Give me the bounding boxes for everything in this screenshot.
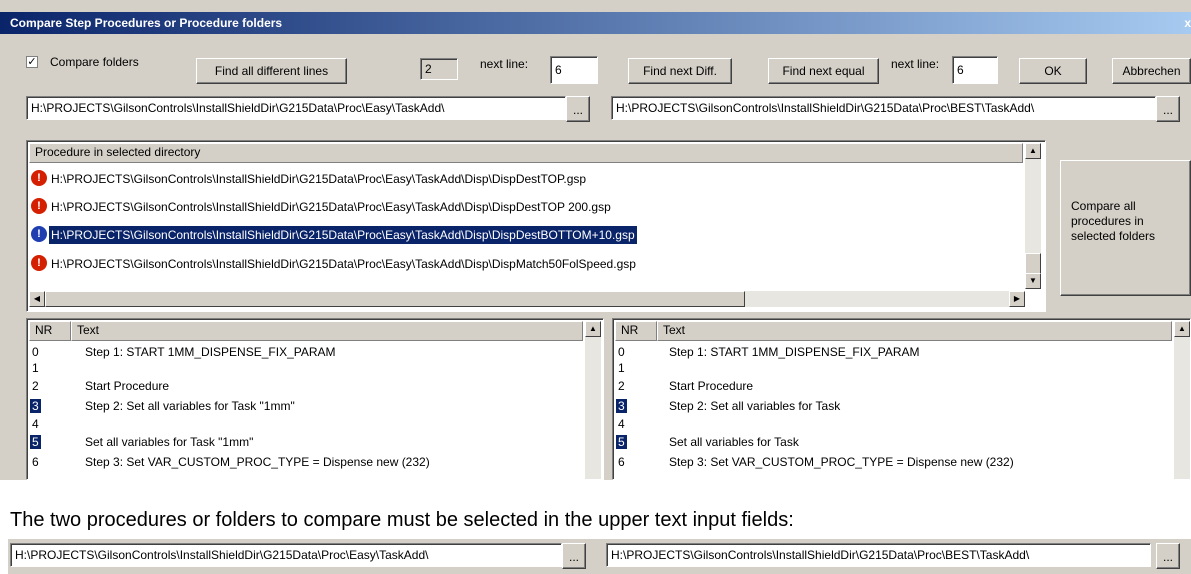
ok-button[interactable]: OK [1019,58,1087,84]
column-header-text[interactable]: Text [71,321,583,341]
scroll-up-icon[interactable]: ▲ [1025,143,1041,159]
window-title: Compare Step Procedures or Procedure fol… [10,16,283,30]
scroll-thumb[interactable] [1025,253,1041,275]
example-left-path-input[interactable]: H:\PROJECTS\GilsonControls\InstallShield… [10,543,562,567]
procedure-list-vscroll[interactable]: ▲ ▼ [1025,143,1041,289]
scroll-left-icon[interactable]: ◀ [29,291,45,307]
find-next-diff-button[interactable]: Find next Diff. [628,58,732,84]
list-item-label: H:\PROJECTS\GilsonControls\InstallShield… [51,257,636,271]
next-line-input-left[interactable]: 6 [550,56,598,84]
column-header-text[interactable]: Text [657,321,1172,341]
right-browse-button[interactable]: ... [1156,96,1180,122]
info-icon: ! [31,226,47,242]
compare-all-label: Compare all procedures in selected folde… [1071,199,1156,243]
compare-folders-checkbox[interactable]: ✓ [26,56,38,68]
scroll-up-icon[interactable]: ▲ [1174,321,1190,337]
column-header-nr[interactable]: NR [29,321,71,341]
list-item-label: H:\PROJECTS\GilsonControls\InstallShield… [48,225,638,245]
error-icon: ! [31,198,47,214]
list-item-label: H:\PROJECTS\GilsonControls\InstallShield… [51,172,587,186]
right-text-view[interactable]: NR Text ▲ 0 Step 1: START 1MM_DISPENSE_F… [612,318,1191,480]
left-text-view[interactable]: NR Text ▲ 0 Step 1: START 1MM_DISPENSE_F… [26,318,604,480]
caption-text: The two procedures or folders to compare… [10,509,794,531]
scroll-down-icon[interactable]: ▼ [1025,273,1041,289]
compare-folders-label: Compare folders [50,55,139,69]
scroll-right-icon[interactable]: ▶ [1009,291,1025,307]
compare-all-button[interactable]: Compare all procedures in selected folde… [1060,160,1191,296]
procedure-list-header[interactable]: Procedure in selected directory [29,143,1023,163]
find-all-different-lines-button[interactable]: Find all different lines [196,58,347,84]
next-line-label-left: next line: [480,57,529,71]
left-text-vscroll[interactable]: ▲ [585,321,601,479]
scroll-thumb[interactable] [45,291,745,307]
diff-count-field: 2 [420,58,458,80]
left-path-input[interactable]: H:\PROJECTS\GilsonControls\InstallShield… [26,96,566,120]
title-bar[interactable]: Compare Step Procedures or Procedure fol… [0,12,1191,34]
left-browse-button[interactable]: ... [566,96,590,122]
procedure-list-hscroll[interactable]: ◀ ▶ [29,291,1025,307]
list-item-label: H:\PROJECTS\GilsonControls\InstallShield… [51,200,611,214]
right-text-vscroll[interactable]: ▲ [1174,321,1190,479]
find-next-equal-button[interactable]: Find next equal [768,58,879,84]
example-left-browse-button[interactable]: ... [562,543,586,569]
cancel-button[interactable]: Abbrechen [1112,58,1191,84]
example-right-path-input[interactable]: H:\PROJECTS\GilsonControls\InstallShield… [606,543,1151,567]
next-line-label-right: next line: [891,57,940,71]
next-line-input-right[interactable]: 6 [952,56,998,84]
scroll-up-icon[interactable]: ▲ [585,321,601,337]
example-right-browse-button[interactable]: ... [1156,543,1180,569]
procedure-list[interactable]: Procedure in selected directory ! H:\PRO… [26,140,1046,312]
column-header-nr[interactable]: NR [615,321,657,341]
error-icon: ! [31,170,47,186]
right-path-input[interactable]: H:\PROJECTS\GilsonControls\InstallShield… [611,96,1156,120]
error-icon: ! [31,255,47,271]
compare-dialog: Compare Step Procedures or Procedure fol… [0,0,1191,480]
close-icon[interactable]: x [1184,12,1191,34]
